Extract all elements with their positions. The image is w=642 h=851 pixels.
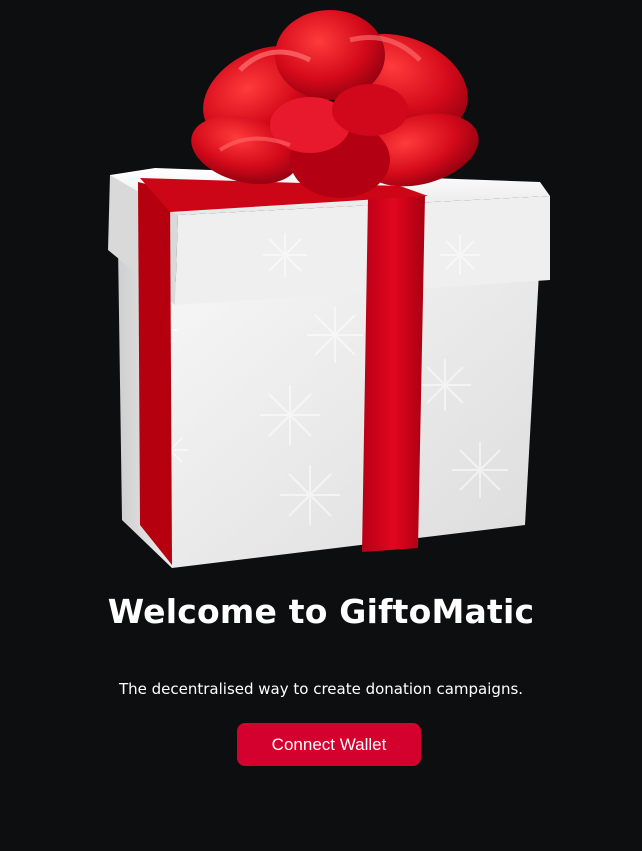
page-title: Welcome to GiftoMatic xyxy=(107,592,535,631)
page-subtitle: The decentralised way to create donation… xyxy=(118,680,524,698)
welcome-page: Welcome to GiftoMatic The decentralised … xyxy=(0,0,642,851)
connect-wallet-button[interactable]: Connect Wallet xyxy=(237,723,421,766)
gift-box-illustration xyxy=(100,0,560,580)
